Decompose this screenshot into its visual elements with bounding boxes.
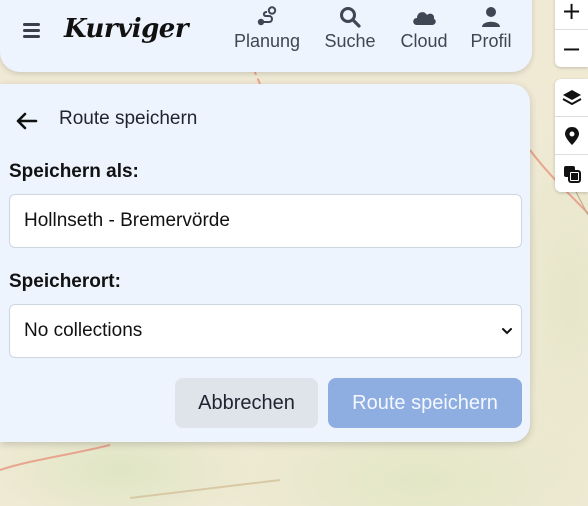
overlay-copy-icon	[563, 165, 581, 183]
back-arrow-icon[interactable]	[14, 110, 40, 132]
location-pin-icon	[564, 126, 579, 145]
nav-profil[interactable]: Profil	[469, 6, 513, 52]
nav-planung[interactable]: Planung	[231, 6, 303, 52]
nav-label: Planung	[233, 31, 301, 51]
nav-suche[interactable]: Suche	[322, 6, 378, 52]
nav-cloud[interactable]: Cloud	[397, 6, 451, 52]
route-name-input[interactable]: Hollnseth - Bremervörde	[9, 194, 522, 248]
save-location-select[interactable]: No collections	[9, 304, 522, 358]
cancel-button[interactable]: Abbrechen	[175, 378, 318, 428]
nav-label: Cloud	[400, 31, 448, 51]
layers-button[interactable]	[555, 79, 588, 116]
overlay-button[interactable]	[555, 154, 588, 192]
zoom-controls: + −	[555, 0, 588, 67]
layers-icon	[562, 89, 581, 105]
chevron-down-icon	[502, 328, 512, 335]
hamburger-menu-icon[interactable]	[20, 18, 44, 42]
save-route-button[interactable]: Route speichern	[328, 378, 522, 428]
save-as-label: Speichern als:	[9, 161, 139, 182]
user-icon	[482, 7, 500, 27]
zoom-in-button[interactable]: +	[555, 0, 588, 29]
nav-label: Profil	[470, 31, 512, 51]
save-location-value: No collections	[24, 320, 143, 341]
save-location-label: Speicherort:	[9, 271, 121, 292]
route-planning-icon	[257, 6, 277, 26]
search-icon	[340, 7, 361, 28]
map-tool-controls	[555, 79, 588, 192]
app-logo[interactable]: Kurviger	[64, 13, 189, 45]
top-navigation-bar: Kurviger Planung Suche Cloud Profil	[0, 0, 532, 72]
dialog-title: Route speichern	[59, 108, 198, 129]
nav-label: Suche	[324, 31, 376, 51]
location-button[interactable]	[555, 116, 588, 154]
zoom-out-button[interactable]: −	[555, 29, 588, 67]
cloud-icon	[413, 12, 436, 25]
